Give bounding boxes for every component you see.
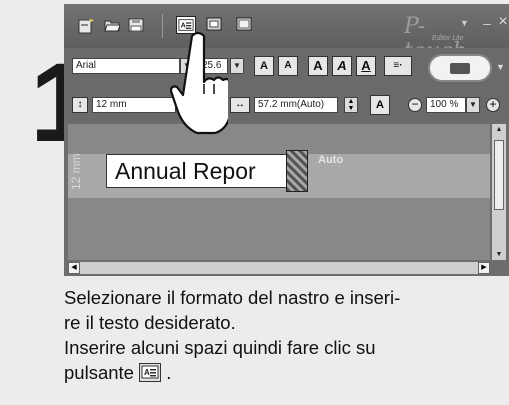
instruction-line-2: re il testo desiderato. (64, 312, 236, 333)
zoom-in-button[interactable]: + (486, 98, 500, 112)
italic-button[interactable]: A (332, 56, 352, 76)
scroll-left-icon[interactable]: ◀ (68, 262, 80, 274)
label-length-field[interactable]: 57.2 mm(Auto) (254, 97, 338, 113)
scroll-up-icon[interactable]: ▲ (492, 126, 506, 133)
zoom-select[interactable]: 100 % (426, 97, 466, 113)
layout-icon[interactable] (236, 17, 252, 31)
toolbar-separator (162, 14, 163, 38)
print-dropdown-chevron-icon[interactable]: ▼ (496, 62, 505, 72)
vertical-scroll-thumb[interactable] (494, 140, 504, 210)
save-icon[interactable] (128, 18, 144, 32)
font-size-dropdown-chevron-icon[interactable]: ▼ (230, 58, 244, 74)
main-toolbar: A P-touch Editor Lite ▼ – × (64, 4, 509, 64)
format-toolbar: Arial ▼ 25.6 ▼ A A A A A ≡· ▼ (64, 48, 509, 88)
instruction-line-4: pulsante A . (64, 360, 509, 385)
tape-height-icon: ↕ (72, 97, 88, 113)
text-layout-button-icon: A (139, 363, 162, 382)
font-select[interactable]: Arial (72, 58, 180, 74)
bold-button[interactable]: A (308, 56, 328, 76)
zoom-dropdown-chevron-icon[interactable]: ▼ (466, 97, 480, 113)
hand-pointer-icon (170, 31, 228, 135)
underline-button[interactable]: A (356, 56, 376, 76)
svg-text:A: A (144, 368, 150, 377)
shrink-font-button[interactable]: A (278, 56, 298, 76)
auto-length-label: Auto (318, 154, 344, 166)
app-window: A P-touch Editor Lite ▼ – × Arial ▼ 25.6… (64, 4, 509, 276)
editor-lite-label: Editor Lite (432, 35, 464, 42)
size-toolbar: ↕ 12 mm ↔ 57.2 mm(Auto) ▲ ▼ A − 100 % ▼ + (64, 88, 509, 122)
printer-icon (450, 63, 470, 74)
minimize-button[interactable]: – (480, 16, 494, 30)
scroll-right-icon[interactable]: ▶ (478, 262, 490, 274)
scroll-down-icon[interactable]: ▼ (492, 251, 506, 258)
label-text-box[interactable]: Annual Repor (106, 154, 290, 188)
horizontal-scrollbar[interactable]: ◀ ▶ (68, 262, 490, 274)
fit-text-button[interactable]: A (370, 95, 390, 115)
tape-width-label: 12 mm (69, 153, 83, 190)
chevron-down-icon[interactable]: ▼ (460, 18, 470, 28)
instruction-line-3: Inserire alcuni spazi quindi fare clic s… (64, 337, 376, 358)
instruction-line-4-prefix: pulsante (64, 362, 134, 383)
instruction-line-1: Selezionare il formato del nastro e inse… (64, 287, 401, 308)
length-spinner[interactable]: ▲ ▼ (344, 97, 358, 113)
print-button[interactable] (428, 54, 492, 82)
vertical-scrollbar[interactable]: ▲ ▼ (492, 124, 506, 260)
label-canvas[interactable]: 12 mm Annual Repor Auto (68, 124, 490, 260)
grow-font-button[interactable]: A (254, 56, 274, 76)
instructions: Selezionare il formato del nastro e inse… (64, 285, 509, 385)
resize-handle[interactable] (286, 150, 308, 192)
zoom-out-button[interactable]: − (408, 98, 422, 112)
instruction-line-4-suffix: . (166, 362, 172, 383)
label-length-icon: ↔ (230, 97, 250, 113)
close-button[interactable]: × (496, 14, 509, 30)
open-folder-icon[interactable] (104, 18, 120, 32)
align-button[interactable]: ≡· (384, 56, 412, 76)
new-document-icon[interactable] (78, 18, 96, 34)
tape-width-field[interactable]: 12 mm (92, 97, 176, 113)
